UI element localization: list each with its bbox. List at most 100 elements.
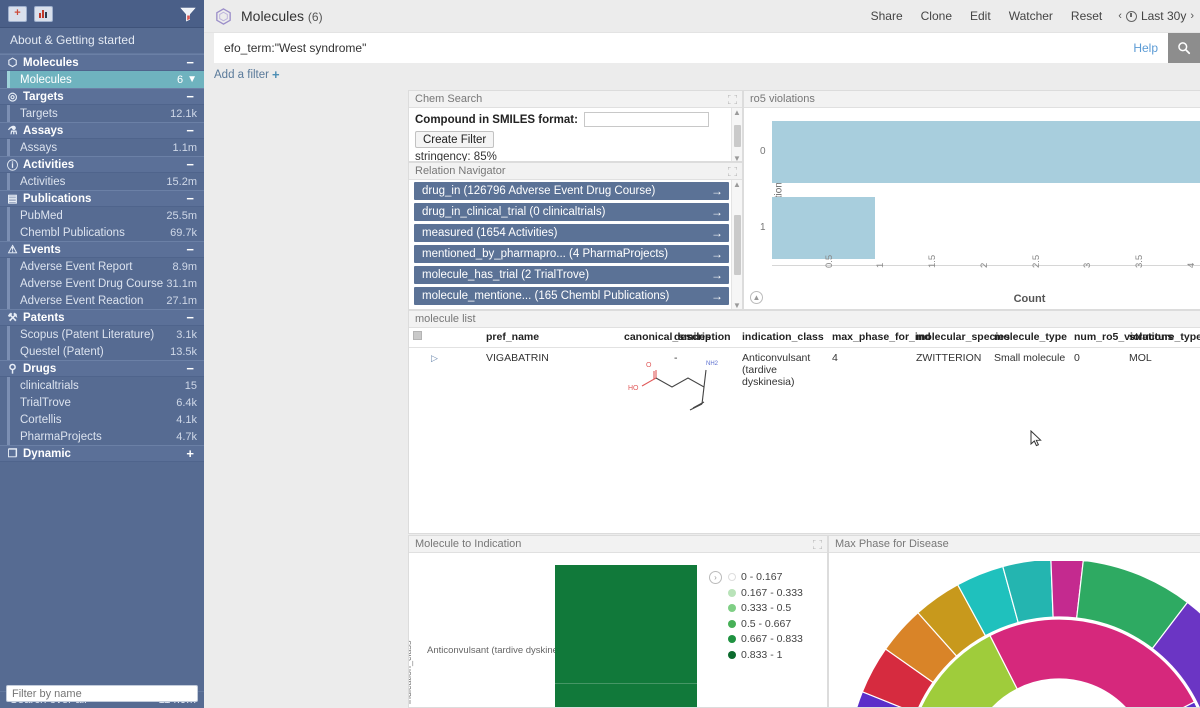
- sidebar-group-toggle[interactable]: −: [186, 89, 196, 104]
- add-a-filter-button[interactable]: Add a filter +: [204, 63, 1200, 86]
- table-row[interactable]: ▷ VIGABATRIN HO O NH2- Anticonvulsant (tardiv…: [409, 347, 1200, 533]
- sidebar-group-toggle[interactable]: −: [186, 361, 196, 376]
- sidebar-group-events[interactable]: ⚠ Events −: [0, 241, 204, 258]
- scroll-thumb[interactable]: [733, 124, 741, 147]
- time-range-selector[interactable]: ‹ Last 30y ›: [1118, 9, 1194, 23]
- sidebar-item-assays[interactable]: Assays 1.1m: [7, 139, 204, 156]
- arrow-right-icon[interactable]: →: [711, 247, 723, 261]
- scroll-down-arrow[interactable]: ▼: [733, 301, 741, 309]
- select-all-checkbox[interactable]: [413, 331, 422, 340]
- chevron-right-icon[interactable]: ▷: [431, 353, 438, 363]
- sidebar-item-questel-patent[interactable]: Questel (Patent) 13.5k: [7, 343, 204, 360]
- scroll-down-arrow[interactable]: ▼: [733, 154, 741, 161]
- query-input[interactable]: [214, 33, 1124, 63]
- row-checkbox-cell[interactable]: [409, 347, 427, 533]
- molecule-table-container[interactable]: pref_name canonical_smiles description i…: [409, 328, 1200, 533]
- sidebar-group-toggle[interactable]: −: [186, 191, 196, 206]
- col-num-ro5-violations[interactable]: num_ro5_violations: [1070, 328, 1173, 348]
- sidebar-group-activities[interactable]: ⓘ Activities −: [0, 156, 204, 173]
- sidebar-group-assays[interactable]: ⚗ Assays −: [0, 122, 204, 139]
- expand-icon[interactable]: [813, 539, 822, 549]
- arrow-right-icon[interactable]: →: [711, 205, 723, 219]
- relation-item-5[interactable]: molecule_mentione... (165 Chembl Publica…: [414, 287, 729, 305]
- row-expand-cell[interactable]: ▷: [427, 347, 482, 533]
- sidebar-item-molecules[interactable]: Molecules 6 ▼: [7, 71, 204, 88]
- arrow-right-icon[interactable]: →: [711, 268, 723, 282]
- relation-item-1[interactable]: drug_in_clinical_trial (0 clinicaltrials…: [414, 203, 729, 221]
- relation-item-0[interactable]: drug_in (126796 Adverse Event Drug Cours…: [414, 182, 729, 200]
- sidebar-item-adverse-event-reaction[interactable]: Adverse Event Reaction 27.1m: [7, 292, 204, 309]
- arrow-right-icon[interactable]: →: [711, 184, 723, 198]
- col-molecule-type[interactable]: molecule_type: [990, 328, 1070, 348]
- help-link[interactable]: Help: [1123, 33, 1168, 63]
- scroll-up-arrow[interactable]: ▲: [733, 108, 741, 117]
- col-pref-name[interactable]: pref_name: [482, 328, 620, 348]
- col-indication-class[interactable]: indication_class: [738, 328, 828, 348]
- arrow-right-icon[interactable]: →: [711, 289, 723, 303]
- col-structure-type[interactable]: structure_type: [1125, 328, 1200, 348]
- smiles-input[interactable]: [583, 112, 709, 127]
- ro5-bar-0[interactable]: [772, 120, 1200, 184]
- sidebar-group-targets[interactable]: ◎ Targets −: [0, 88, 204, 105]
- sidebar-group-toggle[interactable]: −: [186, 55, 196, 70]
- sidebar-group-publications[interactable]: ▤ Publications −: [0, 190, 204, 207]
- sidebar-group-toggle[interactable]: −: [186, 310, 196, 325]
- funnel-icon[interactable]: [180, 6, 196, 22]
- col-canonical-smiles[interactable]: canonical_smiles: [620, 328, 711, 348]
- col-max-phase-for-ind[interactable]: max_phase_for_ind: [828, 328, 931, 348]
- reset-button[interactable]: Reset: [1071, 9, 1102, 23]
- m2i-legend-item[interactable]: 0 - 0.167: [728, 571, 803, 583]
- m2i-legend-item[interactable]: 0.5 - 0.667: [728, 618, 803, 630]
- expand-icon[interactable]: [728, 166, 737, 176]
- sidebar-group-toggle[interactable]: +: [186, 446, 196, 461]
- relation-item-3[interactable]: mentioned_by_pharmapro... (4 PharmaProje…: [414, 245, 729, 263]
- sidebar-item-pubmed[interactable]: PubMed 25.5m: [7, 207, 204, 224]
- arrow-right-icon[interactable]: →: [711, 226, 723, 240]
- time-range-prev-icon[interactable]: ‹: [1118, 10, 1122, 22]
- sidebar-item-chembl-publications[interactable]: Chembl Publications 69.7k: [7, 224, 204, 241]
- sidebar-item-trialtrove[interactable]: TrialTrove 6.4k: [7, 394, 204, 411]
- relation-item-2[interactable]: measured (1654 Activities) →: [414, 224, 729, 242]
- sidebar-item-clinicaltrials[interactable]: clinicaltrials 15: [7, 377, 204, 394]
- expand-icon[interactable]: [728, 94, 737, 104]
- m2i-legend-item[interactable]: 0.667 - 0.833: [728, 633, 803, 645]
- col-molecular-species[interactable]: molecular_species: [912, 328, 1010, 348]
- sidebar-item-pharmaprojects[interactable]: PharmaProjects 4.7k: [7, 428, 204, 445]
- scroll-up-arrow[interactable]: ▲: [733, 180, 741, 189]
- scroll-thumb[interactable]: [733, 215, 741, 275]
- sidebar-item-cortellis[interactable]: Cortellis 4.1k: [7, 411, 204, 428]
- sidebar-item-scopus-patent-literature[interactable]: Scopus (Patent Literature) 3.1k: [7, 326, 204, 343]
- sidebar-group-dynamic[interactable]: ❐ Dynamic +: [0, 445, 204, 462]
- sidebar-group-toggle[interactable]: −: [186, 123, 196, 138]
- m2i-heatmap-cell[interactable]: [555, 565, 697, 707]
- ro5-bar-1[interactable]: [772, 196, 876, 260]
- col-description[interactable]: description: [670, 328, 738, 348]
- m2i-legend-item[interactable]: 0.333 - 0.5: [728, 602, 803, 614]
- sidebar-group-patents[interactable]: ⚒ Patents −: [0, 309, 204, 326]
- chem-search-scrollbar[interactable]: ▲ ▼: [731, 108, 742, 161]
- funnel-icon[interactable]: ▼: [187, 74, 197, 85]
- clone-button[interactable]: Clone: [921, 9, 952, 23]
- search-button[interactable]: [1168, 33, 1200, 63]
- sidebar-group-toggle[interactable]: −: [186, 157, 196, 172]
- m2i-legend-item[interactable]: 0.167 - 0.333: [728, 587, 803, 599]
- relation-item-4[interactable]: molecule_has_trial (2 TrialTrove) →: [414, 266, 729, 284]
- watcher-button[interactable]: Watcher: [1009, 9, 1053, 23]
- sidebar-item-adverse-event-report[interactable]: Adverse Event Report 8.9m: [7, 258, 204, 275]
- edit-button[interactable]: Edit: [970, 9, 991, 23]
- legend-expand-icon[interactable]: ›: [709, 571, 722, 584]
- sidebar-group-toggle[interactable]: −: [186, 242, 196, 257]
- relation-navigator-scrollbar[interactable]: ▲ ▼: [731, 180, 742, 309]
- create-filter-button[interactable]: Create Filter: [415, 131, 495, 148]
- select-all-cell[interactable]: [409, 328, 427, 348]
- time-range-next-icon[interactable]: ›: [1190, 10, 1194, 22]
- sidebar-group-molecules[interactable]: ⬡ Molecules −: [0, 54, 204, 71]
- m2i-legend-item[interactable]: 0.833 - 1: [728, 649, 803, 661]
- add-document-icon[interactable]: +: [8, 5, 27, 22]
- chart-icon[interactable]: [34, 5, 53, 22]
- sidebar-item-adverse-event-drug-course[interactable]: Adverse Event Drug Course 31.1m: [7, 275, 204, 292]
- sidebar-group-drugs[interactable]: ⚲ Drugs −: [0, 360, 204, 377]
- collapse-icon[interactable]: ▲: [750, 291, 763, 304]
- share-button[interactable]: Share: [871, 9, 903, 23]
- sidebar-item-targets[interactable]: Targets 12.1k: [7, 105, 204, 122]
